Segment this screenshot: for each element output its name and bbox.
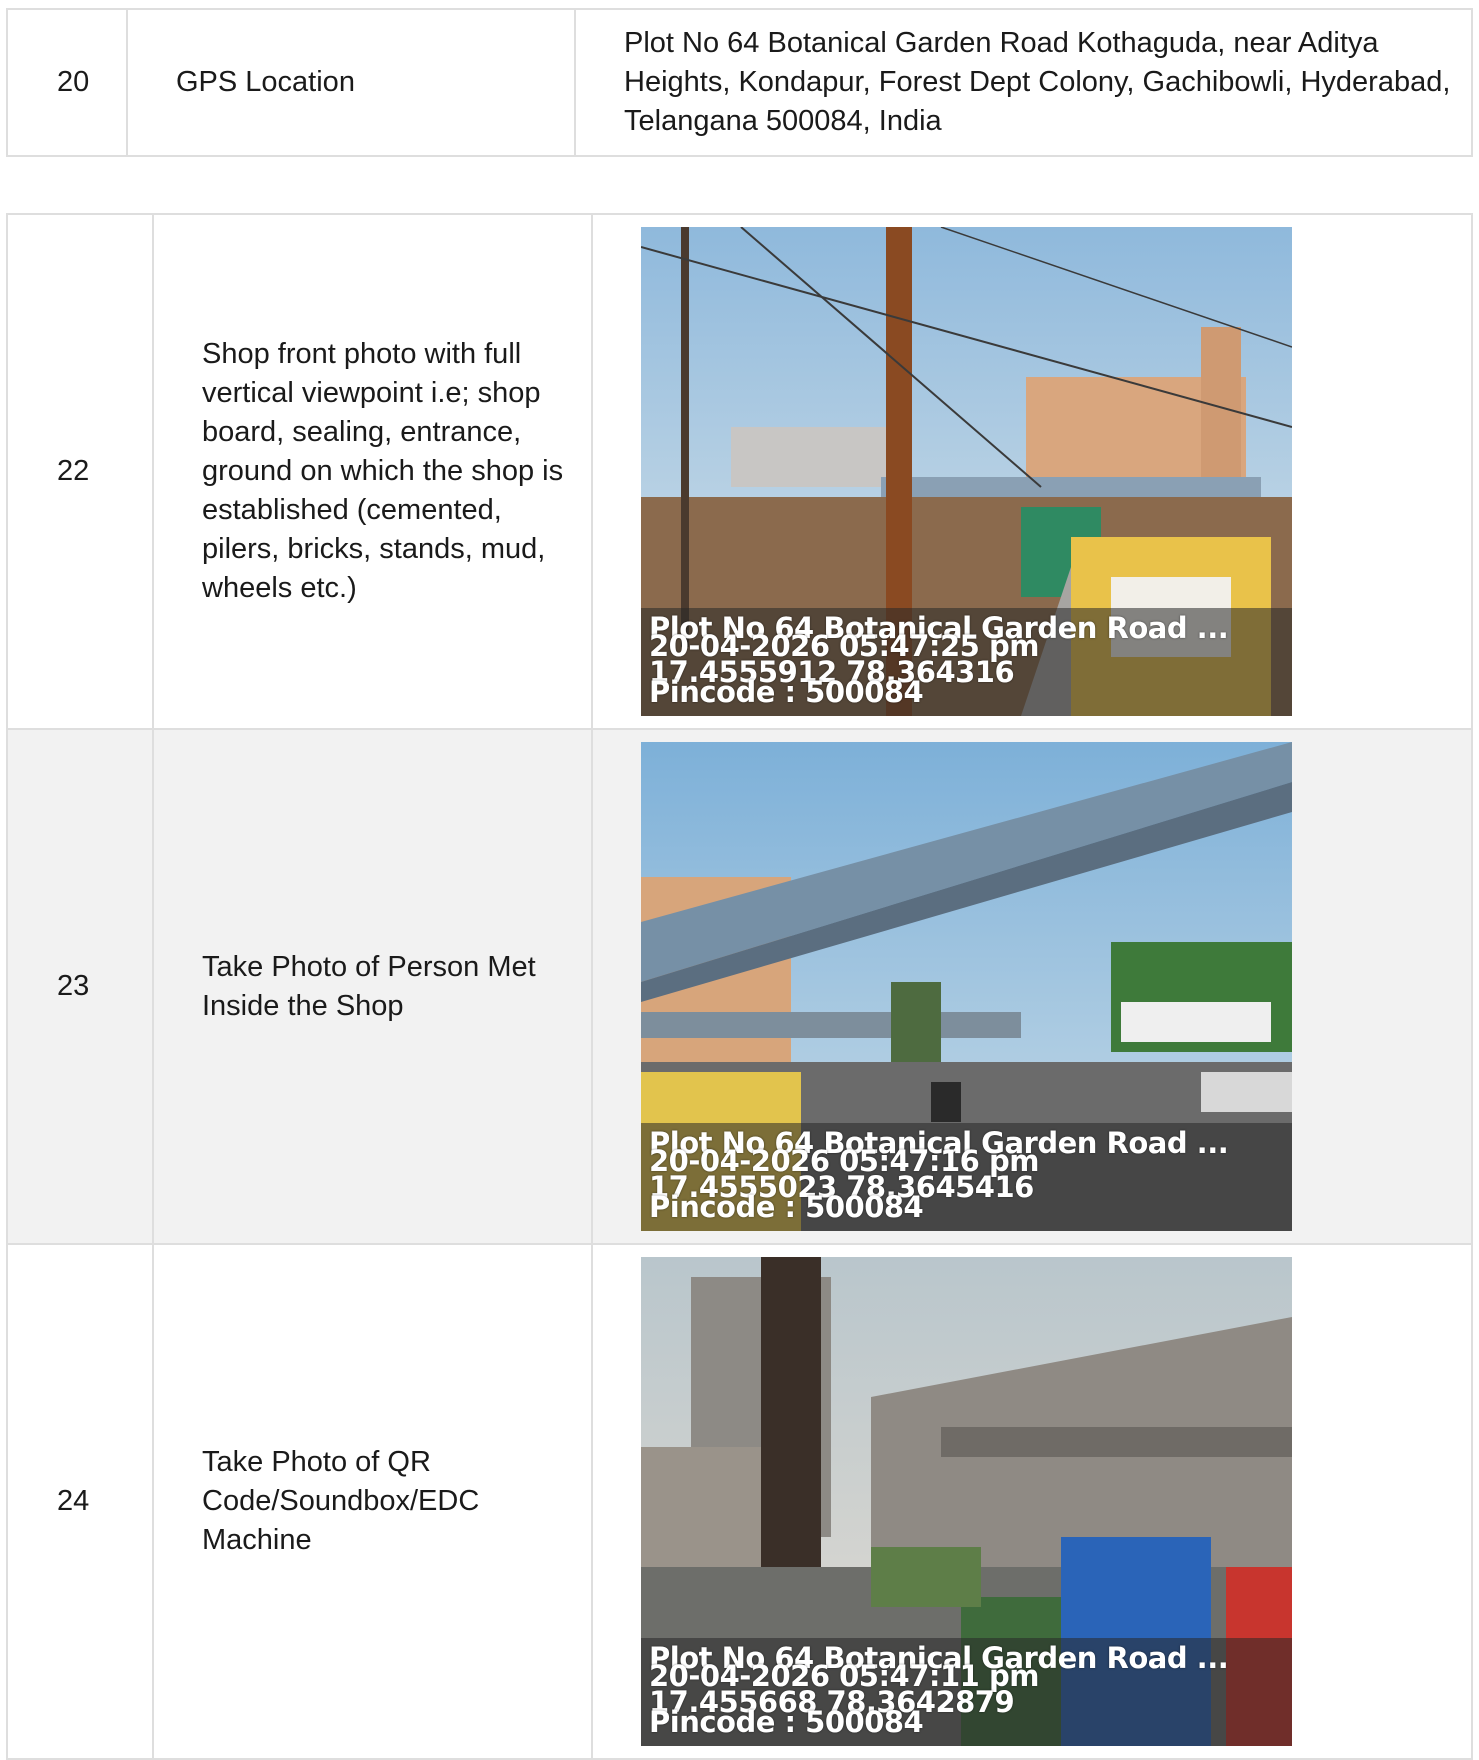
row-label: Shop front photo with full vertical view… [152,213,593,730]
row-label: Take Photo of Person Met Inside the Shop [152,728,593,1245]
row-number: 23 [6,728,154,1245]
shop-front-photo[interactable]: Plot No 64 Botanical Garden Road ... 20-… [641,227,1292,716]
geotag-pincode: Pincode : 500084 [649,675,924,709]
row-number: 20 [6,8,128,157]
row-label: Take Photo of QR Code/Soundbox/EDC Machi… [152,1243,593,1760]
photo-geotag-overlay: Plot No 64 Botanical Garden Road ... 20-… [641,608,1292,716]
table-row: 23 Take Photo of Person Met Inside the S… [6,728,1473,1245]
row-number: 22 [6,213,154,730]
gps-location-table: 20 GPS Location Plot No 64 Botanical Gar… [6,8,1473,157]
geotag-pincode: Pincode : 500084 [649,1190,924,1224]
gps-location-row: 20 GPS Location Plot No 64 Botanical Gar… [6,8,1473,157]
photo-table: 22 Shop front photo with full vertical v… [6,213,1473,1760]
person-met-photo[interactable]: Plot No 64 Botanical Garden Road ... 20-… [641,742,1292,1231]
row-number: 24 [6,1243,154,1760]
row-label: GPS Location [126,8,576,157]
table-row: 22 Shop front photo with full vertical v… [6,213,1473,730]
photo-geotag-overlay: Plot No 64 Botanical Garden Road ... 20-… [641,1638,1292,1746]
gps-address-value: Plot No 64 Botanical Garden Road Kothagu… [574,8,1473,157]
table-row: 24 Take Photo of QR Code/Soundbox/EDC Ma… [6,1243,1473,1760]
qr-code-soundbox-photo[interactable]: Plot No 64 Botanical Garden Road ... 20-… [641,1257,1292,1746]
geotag-pincode: Pincode : 500084 [649,1705,924,1739]
photo-geotag-overlay: Plot No 64 Botanical Garden Road ... 20-… [641,1123,1292,1231]
